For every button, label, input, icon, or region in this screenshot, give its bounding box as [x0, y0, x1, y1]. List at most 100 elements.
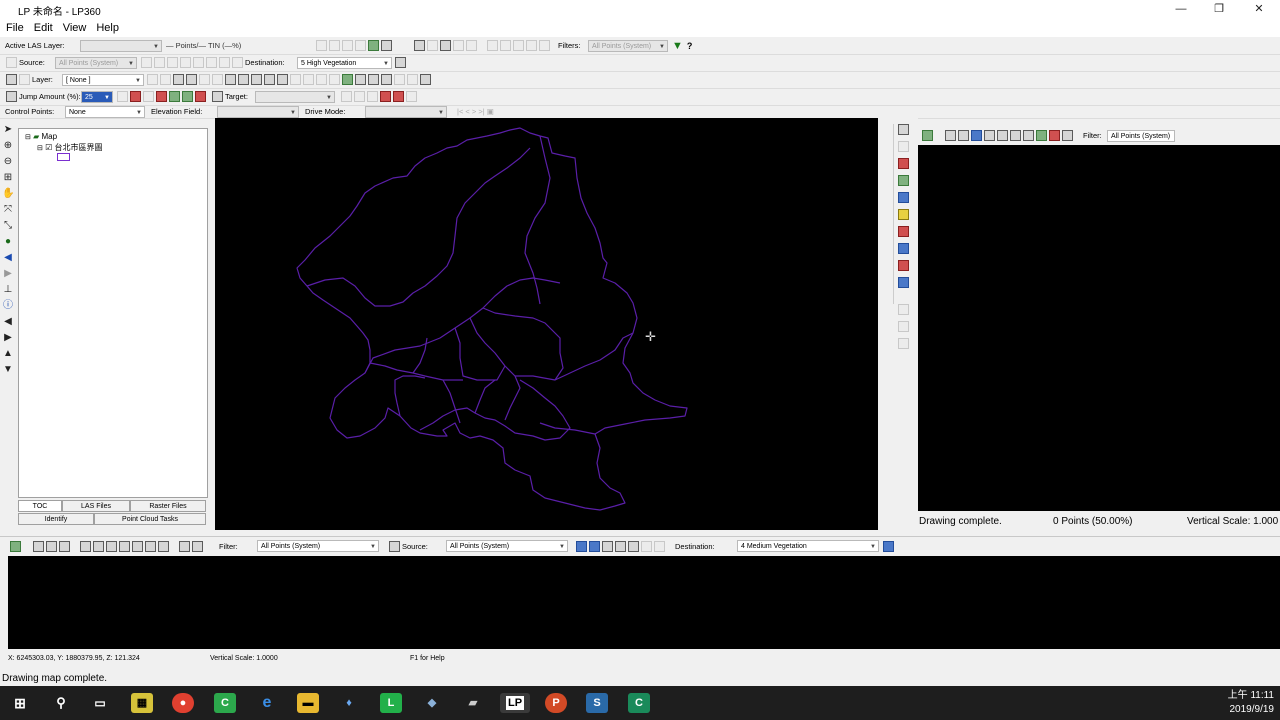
mid-icon-12[interactable]: [898, 321, 909, 332]
redo-icon[interactable]: [232, 57, 243, 68]
fill-icon[interactable]: [440, 40, 451, 51]
target-icon-4[interactable]: [380, 91, 391, 102]
measure-tool-icon[interactable]: ⊥: [2, 284, 14, 296]
info-icon[interactable]: ⓘ: [2, 300, 14, 312]
nav-icon-3[interactable]: [143, 91, 154, 102]
bottom-icon-12[interactable]: [192, 540, 203, 552]
menu-help[interactable]: Help: [96, 22, 119, 34]
mid-icon-8[interactable]: [898, 243, 909, 254]
draw-icon-2[interactable]: [238, 74, 249, 85]
table-icon[interactable]: [513, 40, 524, 51]
tool-icon[interactable]: [355, 40, 366, 51]
tab-raster-files[interactable]: Raster Files: [130, 500, 206, 512]
draw-icon-4[interactable]: [264, 74, 275, 85]
bottom-icon-4[interactable]: [80, 540, 91, 552]
source-select[interactable]: All Points (System) ▼: [55, 56, 137, 69]
tab-identify[interactable]: Identify: [18, 513, 94, 525]
mid-icon-9[interactable]: [898, 260, 909, 271]
target-icon[interactable]: [212, 91, 223, 102]
redo2-icon[interactable]: [407, 74, 418, 85]
minimize-button[interactable]: —: [1162, 0, 1200, 19]
nav-up-icon[interactable]: ▲: [2, 348, 14, 360]
bottom-icon-7[interactable]: [119, 540, 130, 552]
filters-select[interactable]: All Points (System) ▼: [588, 39, 668, 52]
bottom-icon-5[interactable]: [93, 540, 104, 552]
target-icon-6[interactable]: [406, 91, 417, 102]
globe-nav-icon[interactable]: ●: [2, 236, 14, 248]
contour-icon[interactable]: [342, 40, 353, 51]
window-icon[interactable]: [381, 74, 392, 85]
bottom-class-icon-5[interactable]: [628, 540, 639, 552]
mid-icon-3[interactable]: [898, 158, 909, 169]
nav-icon-2[interactable]: [130, 91, 141, 102]
edit-icon-2[interactable]: [186, 74, 197, 85]
fill-dropdown-icon[interactable]: [453, 40, 464, 51]
frame-icon[interactable]: [500, 40, 511, 51]
forward-icon[interactable]: ▶: [2, 268, 14, 280]
close-button[interactable]: ✕: [1240, 0, 1278, 19]
bottom-icon-9[interactable]: [145, 540, 156, 552]
bottom-icon-1[interactable]: [33, 540, 44, 552]
table2-icon[interactable]: [526, 40, 537, 51]
app-pin-13-icon[interactable]: C: [628, 693, 650, 713]
nav-right-icon[interactable]: ▶: [2, 332, 14, 344]
system-clock[interactable]: 上午 11:11 2019/9/19: [1222, 689, 1274, 717]
select-arrow-icon[interactable]: [6, 74, 17, 85]
layer-icon[interactable]: [19, 74, 30, 85]
app-pin-12-icon[interactable]: S: [586, 693, 608, 713]
draw-icon-5[interactable]: [277, 74, 288, 85]
task-view-icon[interactable]: ▭: [89, 693, 111, 713]
bottom-icon-6[interactable]: [106, 540, 117, 552]
target-icon-3[interactable]: [367, 91, 378, 102]
mid-icon-1[interactable]: [898, 124, 909, 135]
line-icon[interactable]: L: [380, 693, 402, 713]
square-icon[interactable]: [414, 40, 425, 51]
right-layer-icon[interactable]: [922, 130, 933, 141]
toc-layer[interactable]: ⊟ ☑ 台北市區界圖: [37, 142, 103, 153]
app-pin-6-icon[interactable]: ♦: [338, 693, 360, 713]
export-icon[interactable]: [539, 40, 550, 51]
mid-icon-13[interactable]: [898, 338, 909, 349]
zoom-out-icon[interactable]: ⊖: [2, 156, 14, 168]
tab-point-cloud-tasks[interactable]: Point Cloud Tasks: [94, 513, 206, 525]
toc-root[interactable]: ⊟ ▰ Map: [25, 132, 57, 141]
menu-edit[interactable]: Edit: [34, 22, 53, 34]
square-dropdown-icon[interactable]: [427, 40, 438, 51]
undo-icon[interactable]: [219, 57, 230, 68]
draw-icon-8[interactable]: [316, 74, 327, 85]
app-pin-1-icon[interactable]: ▦: [131, 693, 153, 713]
right-zoom-icon[interactable]: [945, 130, 956, 141]
map-view[interactable]: ✛: [215, 118, 878, 530]
powerpoint-icon[interactable]: P: [545, 693, 567, 713]
mid-icon-10[interactable]: [898, 277, 909, 288]
zoom-in-icon[interactable]: ⊕: [2, 140, 14, 152]
cancel-icon[interactable]: [420, 74, 431, 85]
layer-symbol[interactable]: [57, 153, 70, 161]
target-icon-2[interactable]: [354, 91, 365, 102]
mid-icon-5[interactable]: [898, 192, 909, 203]
file-explorer-icon[interactable]: ▬: [297, 693, 319, 713]
mid-icon-2[interactable]: [898, 141, 909, 152]
bottom-icon-8[interactable]: [132, 540, 143, 552]
fixed-zoom-icon[interactable]: ⤡: [2, 220, 14, 232]
chrome-icon[interactable]: ●: [172, 693, 194, 713]
bottom-undo-icon[interactable]: [641, 540, 652, 552]
class-icon-6[interactable]: [206, 57, 217, 68]
sync-icon[interactable]: [368, 40, 379, 51]
nav-icon-7[interactable]: [195, 91, 206, 102]
zoom-box-icon[interactable]: ⊞: [2, 172, 14, 184]
right-warn-icon[interactable]: [1049, 130, 1060, 141]
back-icon[interactable]: ◀: [2, 252, 14, 264]
tools-icon[interactable]: [6, 57, 17, 68]
right-sync-icon[interactable]: [1062, 130, 1073, 141]
edit-icon-1[interactable]: [173, 74, 184, 85]
bottom-destination-flag-icon[interactable]: [883, 540, 894, 552]
grid-icon[interactable]: [329, 40, 340, 51]
bottom-icon-3[interactable]: [59, 540, 70, 552]
mid-icon-11[interactable]: [898, 304, 909, 315]
bottom-filter-select[interactable]: All Points (System) ▼: [257, 540, 379, 552]
class-icon-5[interactable]: [193, 57, 204, 68]
tin-icon[interactable]: [316, 40, 327, 51]
class-icon-1[interactable]: [141, 57, 152, 68]
layers-icon[interactable]: [487, 40, 498, 51]
